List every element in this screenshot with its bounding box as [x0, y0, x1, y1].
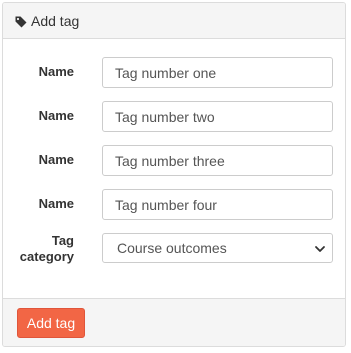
- tag-icon: [15, 15, 27, 27]
- tag-category-label-line2: category: [19, 249, 74, 264]
- tag-category-label: Tag category: [20, 233, 74, 265]
- tag-name-input-3[interactable]: [102, 145, 333, 176]
- panel-title: Add tag: [31, 12, 80, 29]
- chevron-down-icon: [314, 242, 326, 254]
- name-label: Name: [38, 152, 74, 167]
- tag-name-input-1[interactable]: [102, 57, 333, 88]
- add-tag-button[interactable]: Add tag: [17, 308, 85, 338]
- panel-body: Name Name Name Name Tag category Course …: [3, 39, 345, 298]
- tag-category-selected-value: Course outcomes: [117, 240, 227, 256]
- name-label: Name: [38, 196, 74, 211]
- panel-header: Add tag: [3, 3, 345, 39]
- add-tag-panel: Add tag Name Name Name Name Tag category…: [2, 2, 346, 347]
- tag-category-select[interactable]: Course outcomes: [102, 233, 333, 263]
- panel-footer: Add tag: [3, 298, 345, 346]
- tag-category-label-line1: Tag: [51, 233, 74, 248]
- name-label: Name: [38, 64, 74, 79]
- name-label: Name: [38, 108, 74, 123]
- tag-name-input-2[interactable]: [102, 101, 333, 132]
- tag-name-input-4[interactable]: [102, 189, 333, 220]
